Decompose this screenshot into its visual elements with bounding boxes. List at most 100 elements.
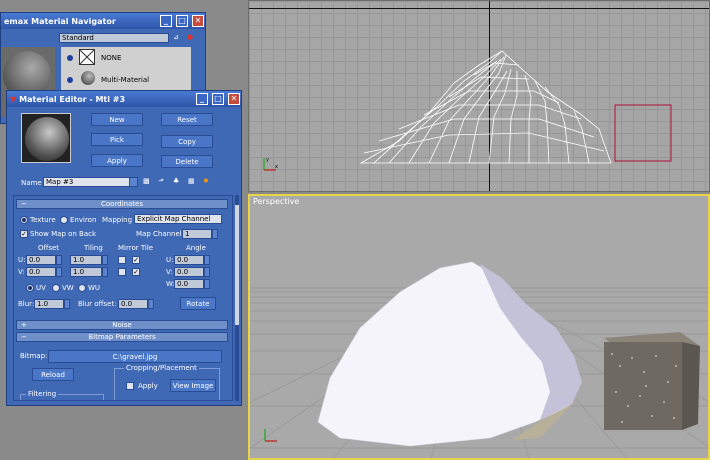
perspective-grid: [250, 261, 708, 458]
tiling-label: Tiling: [84, 244, 103, 252]
show-map-checkbox[interactable]: ✓: [20, 230, 28, 238]
tiling-u-field[interactable]: 1.0: [70, 255, 102, 265]
angle-u-spinner[interactable]: [204, 255, 210, 265]
close-icon[interactable]: ✕: [192, 15, 204, 27]
wu-radio[interactable]: [78, 284, 86, 292]
maximize-icon[interactable]: □: [176, 15, 188, 27]
vw-radio[interactable]: [52, 284, 60, 292]
mapping-dropdown[interactable]: Explicit Map Channel: [134, 214, 222, 224]
angle-v-spinner[interactable]: [204, 267, 210, 277]
rollout-scrollbar[interactable]: [235, 195, 239, 401]
angle-u-field[interactable]: 0.0: [174, 255, 204, 265]
angle-w-spinner[interactable]: [204, 279, 210, 289]
angle-v-label: V:: [166, 268, 173, 276]
maximize-icon[interactable]: □: [212, 93, 224, 105]
view-image-button[interactable]: View Image: [170, 379, 216, 392]
offset-u-field[interactable]: 0.0: [26, 255, 56, 265]
vw-label: VW: [62, 284, 74, 292]
bitmap-path-button[interactable]: C:\gravel.jpg: [48, 350, 222, 363]
angle-w-field[interactable]: 0.0: [174, 279, 204, 289]
axis-tripod-icon: [264, 429, 277, 442]
navigator-titlebar[interactable]: emax Material Navigator _ □ ✕: [1, 13, 205, 29]
tile-v-checkbox[interactable]: ✓: [132, 268, 140, 276]
app-icon: ▼: [10, 94, 17, 104]
blur-label: Blur:: [18, 300, 35, 308]
mapping-label: Mapping: [102, 216, 133, 224]
pick-button[interactable]: Pick: [91, 133, 143, 146]
reload-button[interactable]: Reload: [32, 368, 74, 381]
tiling-v-field[interactable]: 1.0: [70, 267, 102, 277]
u-label: U:: [18, 256, 26, 264]
texture-radio[interactable]: [20, 216, 28, 224]
sibling-icon[interactable]: ♣: [173, 177, 179, 185]
material-preview-slot[interactable]: [21, 113, 71, 163]
offset-v-spinner[interactable]: [56, 267, 62, 277]
options-icon[interactable]: ✸: [203, 177, 209, 185]
editor-title: Material Editor - Mtl #3: [19, 94, 126, 104]
v-label: V:: [18, 268, 25, 276]
svg-text:x: x: [275, 164, 278, 170]
blur-offset-field[interactable]: 0.0: [118, 299, 148, 309]
none-icon: [79, 49, 95, 65]
navigator-title: emax Material Navigator: [4, 16, 116, 26]
checker-icon[interactable]: ▩: [143, 177, 150, 185]
list-item[interactable]: NONE: [101, 54, 121, 62]
coordinates-rollout[interactable]: − Coordinates: [16, 199, 228, 209]
filtering-label: Filtering: [26, 390, 59, 398]
background-icon[interactable]: ▦: [188, 177, 195, 185]
list-item[interactable]: Multi-Material: [101, 76, 149, 84]
material-editor-window[interactable]: ▼ Material Editor - Mtl #3 _ □ ✕ New Res…: [6, 90, 242, 406]
rollout-area[interactable]: − Coordinates Texture Environ Mapping Exp…: [13, 195, 233, 401]
angle-u-label: U:: [166, 256, 174, 264]
offset-v-field[interactable]: 0.0: [26, 267, 56, 277]
wireframe-mesh: [359, 50, 672, 164]
cropping-label: Cropping/Placement: [124, 364, 199, 372]
name-dropdown-arrow[interactable]: [129, 177, 138, 187]
editor-titlebar[interactable]: ▼ Material Editor - Mtl #3 _ □ ✕: [7, 91, 241, 107]
mirror-u-checkbox[interactable]: [118, 256, 126, 264]
minimize-icon[interactable]: _: [160, 15, 172, 27]
material-icon[interactable]: ●: [187, 33, 193, 41]
angle-label: Angle: [186, 244, 206, 252]
show-map-label: Show Map on Back: [30, 230, 97, 238]
reset-button[interactable]: Reset: [161, 113, 213, 126]
perspective-viewport[interactable]: Perspective: [248, 194, 710, 460]
noise-rollout[interactable]: + Noise: [16, 320, 228, 330]
map-channel-field[interactable]: 1: [182, 229, 212, 239]
apply-button[interactable]: Apply: [91, 154, 143, 167]
pick-icon[interactable]: ⊿: [173, 33, 179, 41]
bitmap-parameters-rollout[interactable]: − Bitmap Parameters: [16, 332, 228, 342]
name-label: Name: [21, 179, 42, 187]
copy-button[interactable]: Copy: [161, 135, 213, 148]
go-parent-icon[interactable]: ⬏: [158, 177, 164, 185]
top-viewport[interactable]: x y: [248, 0, 710, 192]
delete-button[interactable]: Delete: [161, 155, 213, 168]
uv-radio[interactable]: [26, 284, 34, 292]
tiling-v-spinner[interactable]: [102, 267, 108, 277]
wu-label: WU: [88, 284, 101, 292]
environ-radio[interactable]: [60, 216, 68, 224]
new-button[interactable]: New: [91, 113, 143, 126]
offset-u-spinner[interactable]: [56, 255, 62, 265]
tiling-u-spinner[interactable]: [102, 255, 108, 265]
blur-spinner[interactable]: [64, 299, 70, 309]
tile-u-checkbox[interactable]: ✓: [132, 256, 140, 264]
mirror-v-checkbox[interactable]: [118, 268, 126, 276]
apply-checkbox[interactable]: [126, 382, 134, 390]
blur-offset-spinner[interactable]: [148, 299, 154, 309]
mirror-tile-label: Mirror Tile: [118, 244, 154, 252]
blur-offset-label: Blur offset:: [78, 300, 117, 308]
blur-field[interactable]: 1.0: [34, 299, 64, 309]
sphere-icon: [81, 71, 95, 85]
name-field[interactable]: Map #3: [43, 177, 137, 187]
minimize-icon[interactable]: _: [196, 93, 208, 105]
gravel-box: [604, 332, 700, 430]
map-channel-spinner[interactable]: [212, 229, 218, 239]
angle-v-field[interactable]: 0.0: [174, 267, 204, 277]
axis-tripod-icon: x y: [263, 157, 278, 171]
selection-gizmo: [614, 104, 672, 162]
navigator-dropdown[interactable]: Standard: [59, 33, 169, 43]
viewport-label[interactable]: Perspective: [253, 197, 299, 206]
close-icon[interactable]: ✕: [228, 93, 240, 105]
rotate-button[interactable]: Rotate: [180, 297, 216, 310]
